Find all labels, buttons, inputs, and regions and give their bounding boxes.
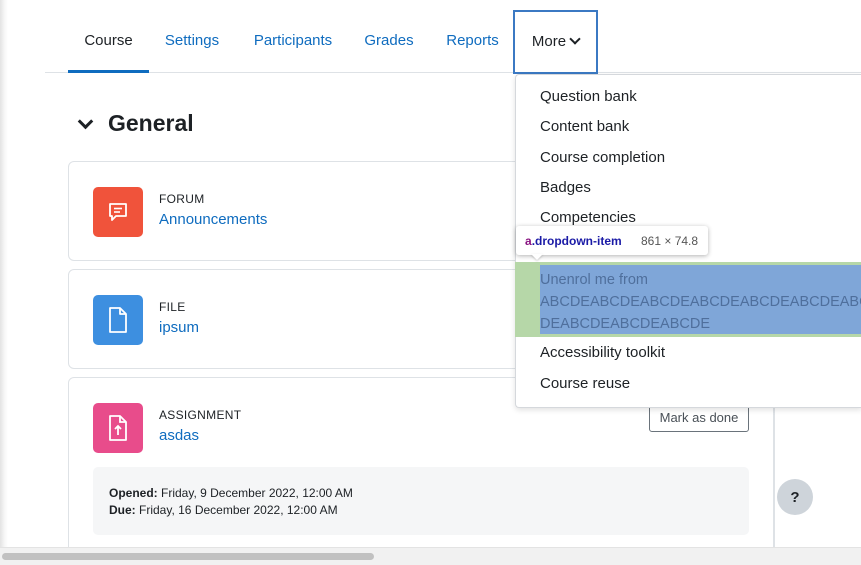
due-value: Friday, 16 December 2022, 12:00 AM bbox=[139, 503, 338, 517]
due-label: Due: bbox=[109, 503, 136, 517]
activity-type-label: ASSIGNMENT bbox=[159, 408, 242, 422]
assignment-icon bbox=[93, 403, 143, 453]
section-collapse-toggle[interactable] bbox=[77, 113, 94, 130]
forum-icon bbox=[93, 187, 143, 237]
opened-date: Opened: Friday, 9 December 2022, 12:00 A… bbox=[109, 486, 353, 500]
tab-more[interactable]: More bbox=[513, 10, 598, 74]
menu-item-question-bank[interactable]: Question bank bbox=[540, 88, 637, 105]
menu-item-course-completion[interactable]: Course completion bbox=[540, 149, 665, 166]
activity-link-announcements[interactable]: Announcements bbox=[159, 211, 267, 228]
tooltip-class: .dropdown-item bbox=[531, 234, 622, 248]
tab-more-label: More bbox=[531, 33, 567, 50]
menu-item-accessibility-toolkit[interactable]: Accessibility toolkit bbox=[540, 344, 665, 361]
tab-grades[interactable]: Grades bbox=[356, 0, 422, 72]
tooltip-dimensions: 861 × 74.8 bbox=[641, 234, 699, 248]
scrollbar-thumb[interactable] bbox=[2, 553, 374, 560]
menu-item-competencies[interactable]: Competencies bbox=[540, 209, 636, 226]
tab-participants[interactable]: Participants bbox=[243, 0, 343, 72]
tab-course[interactable]: Course bbox=[68, 0, 149, 73]
horizontal-scrollbar[interactable] bbox=[0, 547, 861, 565]
help-button[interactable]: ? bbox=[777, 479, 813, 515]
course-secondary-nav: Course Settings Participants Grades Repo… bbox=[45, 0, 861, 74]
opened-label: Opened: bbox=[109, 486, 158, 500]
unenrol-line: DEABCDEABCDEABCDE bbox=[540, 316, 711, 332]
tab-reports[interactable]: Reports bbox=[435, 0, 510, 72]
activity-type-label: FILE bbox=[159, 300, 186, 314]
chevron-down-icon bbox=[569, 33, 581, 45]
drawer-divider bbox=[773, 400, 774, 548]
devtools-inspect-tooltip: a.dropdown-item 861 × 74.8 bbox=[516, 226, 708, 255]
tooltip-arrow bbox=[531, 254, 543, 260]
tooltip-selector: a.dropdown-item bbox=[525, 234, 622, 248]
due-date: Due: Friday, 16 December 2022, 12:00 AM bbox=[109, 503, 338, 517]
tooltip-tag: a bbox=[525, 234, 532, 248]
menu-item-course-reuse[interactable]: Course reuse bbox=[540, 375, 630, 392]
opened-value: Friday, 9 December 2022, 12:00 AM bbox=[161, 486, 353, 500]
activity-link-asdas[interactable]: asdas bbox=[159, 427, 199, 444]
file-icon bbox=[93, 295, 143, 345]
chevron-down-icon bbox=[77, 113, 94, 130]
page-edge-shadow bbox=[0, 0, 8, 564]
activity-link-ipsum[interactable]: ipsum bbox=[159, 319, 199, 336]
activity-dates: Opened: Friday, 9 December 2022, 12:00 A… bbox=[93, 467, 749, 535]
activity-type-label: FORUM bbox=[159, 192, 205, 206]
unenrol-line: ABCDEABCDEABCDEABCDEABCDEABCDEABCDE bbox=[540, 294, 861, 310]
menu-item-badges[interactable]: Badges bbox=[540, 179, 591, 196]
section-title: General bbox=[108, 110, 194, 136]
tab-settings[interactable]: Settings bbox=[155, 0, 229, 72]
unenrol-line: Unenrol me from bbox=[540, 272, 648, 288]
menu-item-content-bank[interactable]: Content bank bbox=[540, 118, 629, 135]
menu-item-unenrol[interactable]: Unenrol me from ABCDEABCDEABCDEABCDEABCD… bbox=[540, 269, 861, 335]
